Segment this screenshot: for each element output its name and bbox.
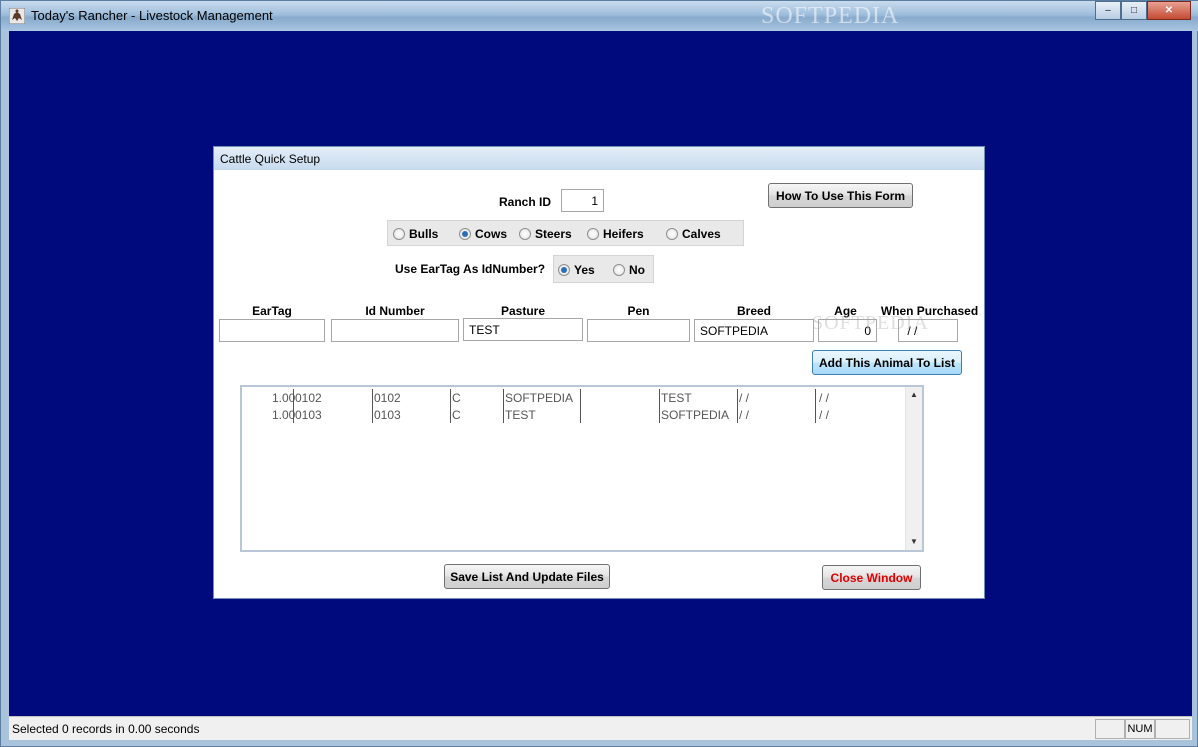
radio-cows-label: Cows (475, 227, 508, 241)
row-1-col-5: SOFTPEDIA (505, 391, 574, 405)
radio-calves[interactable]: Calves (666, 227, 721, 241)
row-2-col-7: SOFTPEDIA (661, 408, 730, 422)
radio-yes-label: Yes (574, 263, 595, 277)
status-text: Selected 0 records in 0.00 seconds (12, 722, 200, 736)
status-pane-blank (1095, 719, 1125, 739)
app-titlebar[interactable]: Today's Rancher - Livestock Management S… (1, 1, 1198, 31)
softpedia-watermark: SOFTPEDIA (761, 3, 900, 29)
cattle-quick-setup-dialog: Cattle Quick Setup Ranch ID How To Use T… (213, 146, 985, 599)
col-separator (659, 406, 660, 423)
row-1-col-4: C (452, 391, 461, 405)
col-separator (503, 389, 504, 406)
row-2-col-1: 1.00 (272, 408, 296, 422)
radio-no-label: No (629, 263, 645, 277)
status-pane-num: NUM (1125, 719, 1155, 739)
status-bar: Selected 0 records in 0.00 seconds NUM (9, 716, 1192, 740)
radio-no-dot (613, 264, 625, 276)
breed-column-label: Breed (736, 304, 771, 318)
id-number-column-label: Id Number (365, 304, 425, 318)
ranch-id-label: Ranch ID (499, 195, 552, 209)
animal-type-group: Bulls Cows Steers Heifers Calves (387, 220, 744, 246)
col-separator (450, 389, 451, 406)
radio-heifers-dot (587, 228, 599, 240)
radio-bulls[interactable]: Bulls (393, 227, 438, 241)
scroll-up-icon[interactable]: ▲ (906, 387, 922, 403)
radio-yes-dot (558, 264, 570, 276)
ranch-id-field[interactable] (561, 189, 604, 212)
save-list-button[interactable]: Save List And Update Files (444, 564, 610, 589)
dialog-titlebar[interactable]: Cattle Quick Setup (214, 147, 984, 170)
row-1-col-2: 0102 (295, 391, 322, 405)
pasture-field[interactable] (463, 318, 583, 341)
radio-calves-label: Calves (682, 227, 721, 241)
col-separator (580, 389, 581, 406)
row-1-col-9: / / (819, 391, 830, 405)
row-2-col-8: / / (739, 408, 750, 422)
radio-steers[interactable]: Steers (519, 227, 572, 241)
radio-heifers[interactable]: Heifers (587, 227, 644, 241)
row-2-col-2: 0103 (295, 408, 322, 422)
row-2-col-5: TEST (505, 408, 536, 422)
how-to-use-button[interactable]: How To Use This Form (768, 183, 913, 208)
eartag-column-label: EarTag (252, 304, 292, 318)
maximize-button[interactable]: □ (1121, 1, 1147, 20)
eartag-question-label: Use EarTag As IdNumber? (395, 262, 546, 276)
dialog-body: Ranch ID How To Use This Form Bulls Cows… (214, 170, 984, 598)
pen-field[interactable] (587, 319, 690, 342)
col-separator (503, 406, 504, 423)
list-item[interactable]: 1.00 0103 0103 C TEST SOFTPEDIA / / / / (242, 406, 906, 423)
col-separator (659, 389, 660, 406)
row-2-col-4: C (452, 408, 461, 422)
minimize-button[interactable]: – (1095, 1, 1121, 20)
radio-steers-dot (519, 228, 531, 240)
col-separator (737, 389, 738, 406)
scroll-down-icon[interactable]: ▼ (906, 534, 922, 550)
id-number-field[interactable] (331, 319, 459, 342)
radio-bulls-label: Bulls (409, 227, 439, 241)
eartag-option-group: Yes No (553, 255, 654, 283)
radio-heifers-label: Heifers (603, 227, 644, 241)
radio-steers-label: Steers (535, 227, 572, 241)
pasture-column-label: Pasture (500, 304, 546, 318)
status-pane-scroll (1155, 719, 1190, 739)
breed-field[interactable] (694, 319, 814, 342)
col-separator (293, 406, 294, 423)
row-2-col-3: 0103 (374, 408, 401, 422)
row-2-col-9: / / (819, 408, 830, 422)
col-separator (450, 406, 451, 423)
row-1-col-3: 0102 (374, 391, 401, 405)
add-animal-button[interactable]: Add This Animal To List (812, 350, 962, 375)
cattle-icon[interactable] (9, 8, 25, 24)
close-button[interactable]: ✕ (1147, 1, 1191, 20)
row-1-col-1: 1.00 (272, 391, 296, 405)
list-item[interactable]: 1.00 0102 0102 C SOFTPEDIA TEST / / / / (242, 389, 906, 406)
dialog-title: Cattle Quick Setup (220, 152, 321, 166)
col-separator (580, 406, 581, 423)
col-separator (815, 406, 816, 423)
radio-no[interactable]: No (613, 263, 645, 277)
col-separator (293, 389, 294, 406)
softpedia-watermark-mid: SOFTPEDIA (812, 312, 929, 334)
radio-cows[interactable]: Cows (459, 227, 507, 241)
animal-listbox[interactable]: 1.00 0102 0102 C SOFTPEDIA TEST / / / / (240, 385, 924, 552)
close-window-button[interactable]: Close Window (822, 565, 921, 590)
eartag-field[interactable] (219, 319, 325, 342)
radio-bulls-dot (393, 228, 405, 240)
listbox-scrollbar[interactable]: ▲ ▼ (905, 387, 922, 550)
row-1-col-7: TEST (661, 391, 692, 405)
radio-yes[interactable]: Yes (558, 263, 595, 277)
col-separator (815, 389, 816, 406)
col-separator (372, 389, 373, 406)
col-separator (372, 406, 373, 423)
window-controls: – □ ✕ (1095, 1, 1191, 20)
row-1-col-8: / / (739, 391, 750, 405)
app-title: Today's Rancher - Livestock Management (31, 8, 273, 23)
radio-cows-dot (459, 228, 471, 240)
pen-column-label: Pen (627, 304, 650, 318)
radio-calves-dot (666, 228, 678, 240)
col-separator (737, 406, 738, 423)
